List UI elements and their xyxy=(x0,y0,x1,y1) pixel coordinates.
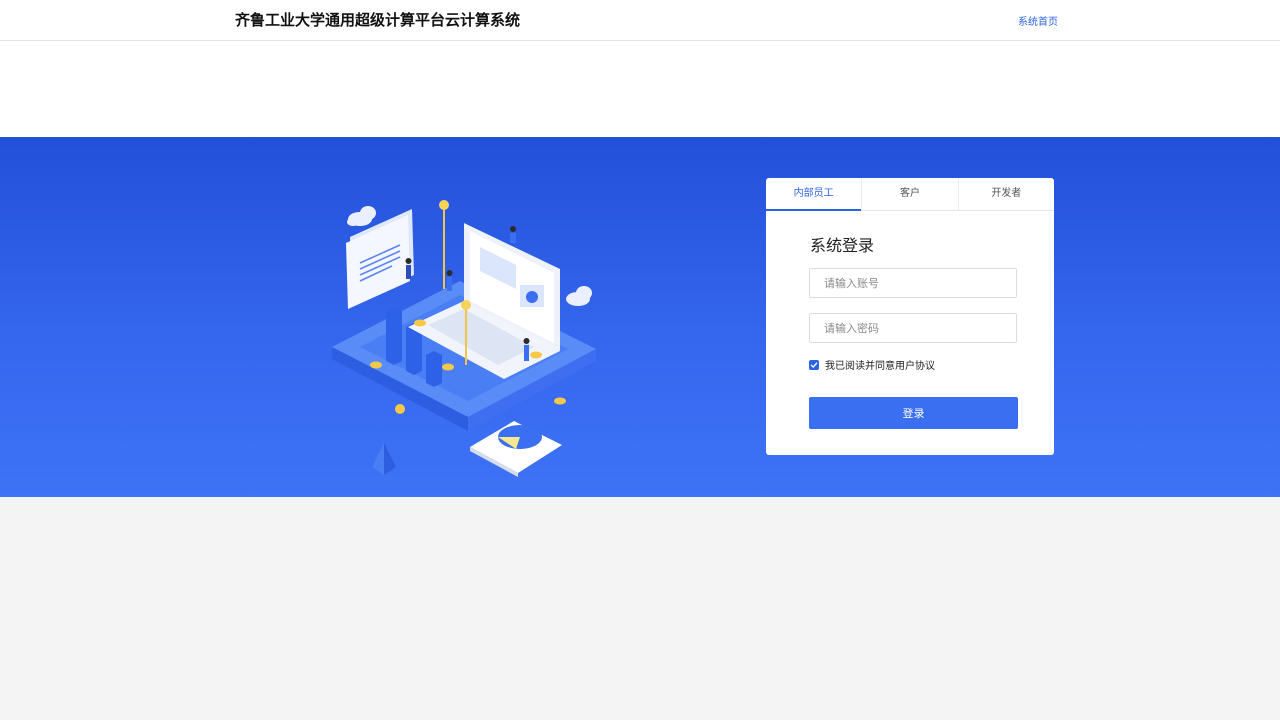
agreement-label: 我已阅读并同意用户协议 xyxy=(825,361,935,372)
tab-customer[interactable]: 客户 xyxy=(862,178,959,210)
password-input[interactable] xyxy=(809,313,1017,343)
cloud-icon xyxy=(566,286,592,306)
login-card: 内部员工 客户 开发者 系统登录 我已阅读并同意用户协议 登录 xyxy=(766,178,1054,455)
account-input[interactable] xyxy=(809,268,1017,298)
agreement-checkbox[interactable] xyxy=(809,359,819,370)
tab-internal-staff[interactable]: 内部员工 xyxy=(766,178,863,211)
login-form-title: 系统登录 xyxy=(810,236,875,255)
header-spacer xyxy=(0,41,1280,137)
check-icon xyxy=(810,361,818,368)
login-button[interactable]: 登录 xyxy=(809,397,1018,429)
isometric-illustration xyxy=(332,200,596,477)
top-bar: 齐鲁工业大学通用超级计算平台云计算系统 系统首页 xyxy=(0,0,1280,41)
hero-banner: 内部员工 客户 开发者 系统登录 我已阅读并同意用户协议 登录 xyxy=(0,137,1280,497)
cloud-icon xyxy=(347,206,376,226)
agreement-row: 我已阅读并同意用户协议 xyxy=(809,357,935,372)
tab-developer[interactable]: 开发者 xyxy=(959,178,1054,210)
home-link[interactable]: 系统首页 xyxy=(1018,13,1058,28)
site-title: 齐鲁工业大学通用超级计算平台云计算系统 xyxy=(235,11,521,29)
login-tabs: 内部员工 客户 开发者 xyxy=(766,178,1054,211)
